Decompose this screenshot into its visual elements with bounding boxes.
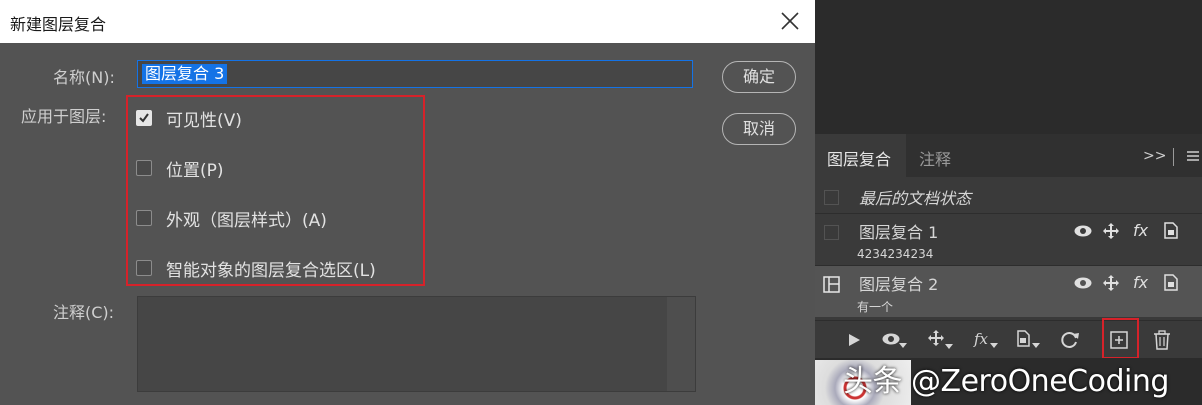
ok-button[interactable]: 确定 (722, 61, 796, 93)
update-appearance-icon[interactable]: fx (973, 330, 1001, 350)
appearance-checkbox[interactable] (136, 210, 152, 226)
move-icon[interactable] (1102, 274, 1120, 292)
comment-label: 注释(C): (53, 303, 115, 322)
eye-icon[interactable] (1073, 276, 1093, 290)
position-checkbox[interactable] (136, 160, 152, 176)
apply-comp-checkbox[interactable] (824, 225, 839, 240)
tab-layer-comps-label: 图层复合 (827, 150, 892, 169)
list-item-title: 图层复合 1 (859, 223, 939, 242)
new-layer-comp-dialog: 新建图层复合 名称(N): 图层复合 3 应用于图层: 可见性(V) 位置(P)… (0, 0, 815, 405)
move-icon[interactable] (1102, 222, 1120, 240)
name-input[interactable]: 图层复合 3 (137, 60, 693, 88)
trash-icon[interactable] (1153, 330, 1171, 350)
visibility-option-label: 可见性(V) (166, 111, 242, 131)
checkmark-icon (139, 113, 149, 123)
list-item-layer-comp-2[interactable]: 图层复合 2 有一个 fx (815, 266, 1202, 317)
dialog-title: 新建图层复合 (10, 15, 107, 34)
panel-toolbar: fx (815, 318, 1202, 359)
smart-object-selection-checkbox[interactable] (136, 260, 152, 276)
tab-notes[interactable]: 注释 (919, 146, 951, 170)
fx-icon[interactable]: fx (1133, 221, 1148, 240)
appearance-option-label: 外观（图层样式）(A) (166, 211, 327, 231)
fx-icon[interactable]: fx (1133, 273, 1148, 292)
watermark-text: 头条 @ZeroOneCoding (843, 364, 1169, 399)
expand-panels-icon[interactable]: >> (1143, 148, 1166, 164)
current-comp-icon[interactable] (823, 276, 840, 293)
tab-divider (1173, 148, 1174, 166)
visibility-checkbox[interactable] (136, 110, 152, 126)
new-layer-comp-icon[interactable] (1110, 331, 1128, 349)
comment-textarea[interactable] (137, 296, 696, 392)
smart-object-selection-option-label: 智能对象的图层复合选区(L) (166, 261, 376, 281)
dialog-titlebar: 新建图层复合 (0, 0, 815, 43)
refresh-icon[interactable] (1060, 330, 1080, 350)
close-icon[interactable] (779, 10, 801, 32)
update-visibility-icon[interactable] (881, 331, 909, 349)
update-smart-object-icon[interactable] (1017, 330, 1045, 350)
tab-layer-comps[interactable]: 图层复合 (815, 134, 906, 177)
apply-to-layers-label: 应用于图层: (21, 107, 107, 126)
list-item-title: 图层复合 2 (859, 275, 939, 294)
name-label: 名称(N): (53, 68, 115, 87)
apply-comp-checkbox[interactable] (824, 190, 839, 205)
panel-tabbar: 图层复合 注释 >> (815, 134, 1202, 177)
list-item-comment: 有一个 (857, 300, 894, 314)
list-item-title: 最后的文档状态 (859, 189, 972, 208)
list-item-layer-comp-1[interactable]: 图层复合 1 4234234234 fx (815, 214, 1202, 265)
document-icon[interactable] (1164, 274, 1178, 291)
name-input-value[interactable]: 图层复合 3 (142, 64, 228, 84)
list-item-last-document-state[interactable]: 最后的文档状态 (815, 178, 1202, 213)
cancel-button[interactable]: 取消 (722, 113, 796, 145)
eye-icon[interactable] (1073, 224, 1093, 238)
panel-menu-icon[interactable] (1186, 149, 1200, 163)
comment-scrollbar[interactable] (667, 297, 695, 391)
update-position-icon[interactable] (927, 329, 955, 351)
position-option-label: 位置(P) (166, 161, 224, 181)
svg-text:fx: fx (973, 330, 989, 348)
list-item-comment: 4234234234 (857, 247, 934, 261)
document-icon[interactable] (1164, 222, 1178, 239)
play-icon[interactable] (847, 333, 861, 347)
